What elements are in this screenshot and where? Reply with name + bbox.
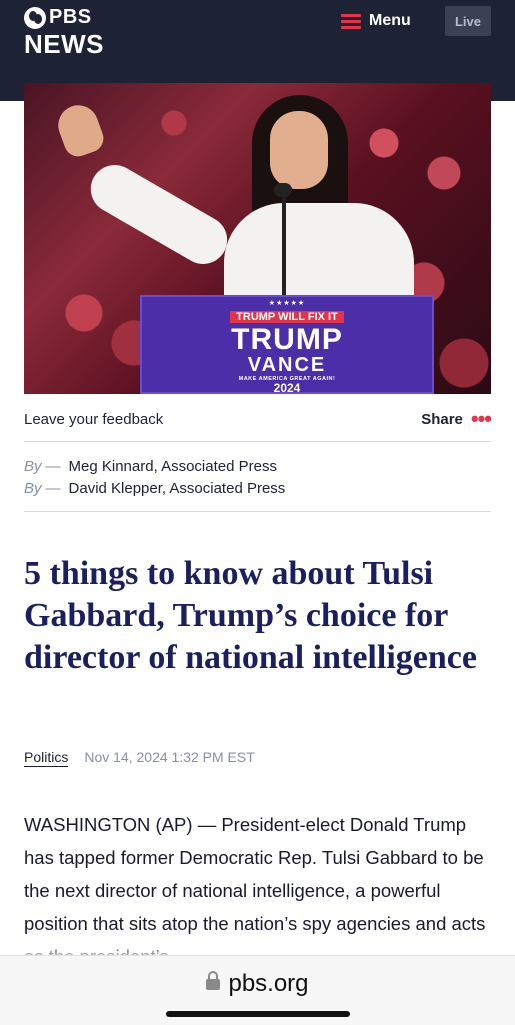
author-link[interactable]: David Klepper, Associated Press [69,480,286,497]
article-hero-image: ★★★★★ TRUMP WILL FIX IT TRUMP VANCE MAKE… [24,83,491,394]
share-button[interactable]: Share ••• [421,406,492,431]
category-tag[interactable]: Politics [24,749,69,767]
author-link[interactable]: Meg Kinnard, Associated Press [69,458,277,475]
stars-icon: ★★★★★ [268,300,306,307]
pbs-news-logo[interactable]: PBS NEWS [24,6,104,57]
share-label: Share [421,410,463,428]
podium-slogan: TRUMP WILL FIX IT [230,311,344,323]
campaign-podium: ★★★★★ TRUMP WILL FIX IT TRUMP VANCE MAKE… [140,295,434,394]
hamburger-icon [341,14,361,29]
article-headline: 5 things to know about Tulsi Gabbard, Tr… [24,555,477,676]
byline: By — David Klepper, Associated Press [24,480,285,497]
podium-year: 2024 [273,381,301,395]
url-text: pbs.org [228,970,309,997]
logo-section-text: NEWS [24,29,104,59]
byline-by: By [24,458,42,475]
microphone-icon [274,183,292,197]
logo-brand-text: PBS [49,6,92,28]
browser-address-bar: pbs.org [0,955,515,1025]
mic-stand [282,193,286,303]
menu-button[interactable]: Menu [341,12,411,30]
byline-dash: — [45,458,61,475]
article-meta: Politics Nov 14, 2024 1:32 PM EST [24,749,255,767]
lock-icon [206,971,221,991]
podium-slogan-left: TRUMP WILL [236,311,305,323]
publish-date: Nov 14, 2024 1:32 PM EST [84,749,255,765]
podium-slogan-right: FIX IT [307,311,338,323]
byline-by: By [24,480,42,497]
byline-dash: — [45,480,61,497]
url-field[interactable]: pbs.org [0,970,515,998]
divider [24,441,491,442]
pbs-head-icon [24,6,46,29]
menu-label: Menu [369,12,411,29]
more-dots-icon: ••• [470,406,492,431]
home-indicator[interactable] [166,1011,350,1017]
podium-name1: TRUMP [231,323,343,356]
live-button[interactable]: Live [445,6,491,36]
feedback-share-row: Leave your feedback Share ••• [24,406,492,432]
divider [24,511,491,512]
speaker-face [270,111,328,189]
feedback-link[interactable]: Leave your feedback [24,411,163,428]
byline: By — Meg Kinnard, Associated Press [24,458,277,475]
podium-name2: VANCE [247,354,327,376]
